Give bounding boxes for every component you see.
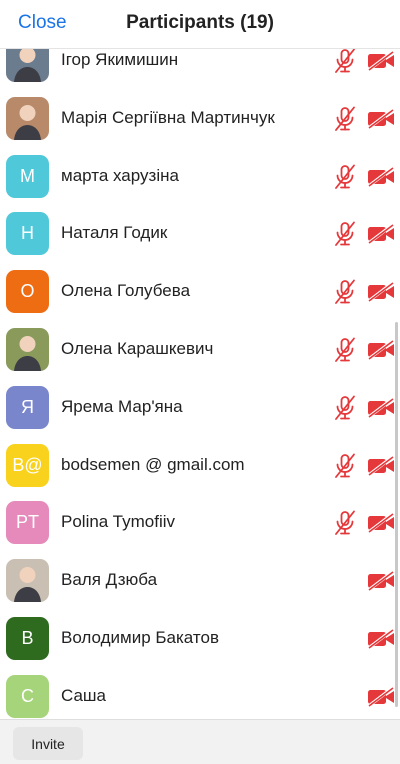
avatar: PT (6, 501, 49, 545)
mic-muted-icon[interactable] (333, 49, 357, 74)
header-bar: Close Participants (19) (0, 0, 400, 49)
video-off-icon[interactable] (367, 570, 395, 592)
participant-row[interactable]: Ігор Якимишин (0, 49, 400, 90)
participant-row[interactable]: Я Ярема Мар'яна (0, 379, 400, 437)
avatar-initials: О (20, 281, 35, 302)
participants-list-content: Ігор Якимишин Марія Сергіївна Мартинчук … (0, 49, 400, 719)
video-off-icon[interactable] (367, 454, 395, 477)
participant-row[interactable]: PT Polina Tymofiiv (0, 494, 400, 552)
scrollbar[interactable] (395, 322, 398, 707)
video-off-icon[interactable] (367, 397, 395, 419)
mic-muted-icon[interactable] (333, 337, 357, 363)
participant-row[interactable]: Н Наталя Годик (0, 205, 400, 263)
mic-muted-icon[interactable] (333, 395, 357, 421)
participant-name: bodsemen @ gmail.com (61, 454, 245, 474)
avatar: В (6, 616, 49, 660)
avatar: Н (6, 212, 49, 256)
video-off-icon[interactable] (367, 50, 395, 72)
avatar-initials: Н (21, 223, 34, 244)
participant-row[interactable]: B@ bodsemen @ gmail.com (0, 437, 400, 495)
participant-row[interactable]: Марія Сергіївна Мартинчук (0, 90, 400, 148)
avatar (6, 559, 49, 603)
mic-muted-icon[interactable] (333, 279, 357, 305)
video-off-icon[interactable] (367, 108, 395, 130)
participant-name: Валя Дзюба (61, 570, 158, 590)
avatar: Я (6, 385, 49, 429)
participant-row[interactable]: О Олена Голубева (0, 263, 400, 321)
participant-name: Олена Карашкевич (61, 338, 214, 358)
video-off-icon[interactable] (367, 339, 395, 361)
mic-muted-icon[interactable] (333, 164, 357, 190)
mic-muted-icon[interactable] (333, 510, 357, 536)
participant-name: Олена Голубева (61, 281, 191, 301)
participant-name: Ярема Мар'яна (61, 396, 183, 416)
participant-row[interactable]: Валя Дзюба (0, 552, 400, 610)
avatar-initials: М (20, 165, 35, 186)
participant-row[interactable]: С Саша (0, 668, 400, 719)
mic-muted-icon[interactable] (333, 221, 357, 247)
avatar-initials: Я (21, 396, 34, 417)
mic-muted-icon[interactable] (333, 106, 357, 132)
participant-row[interactable]: Ммарта харузіна (0, 148, 400, 206)
video-off-icon[interactable] (367, 165, 395, 188)
avatar (6, 327, 49, 371)
invite-button[interactable]: Invite (13, 727, 83, 760)
footer-bar: Invite (0, 719, 400, 764)
video-off-icon[interactable] (367, 512, 395, 535)
video-off-icon[interactable] (367, 281, 395, 303)
video-off-icon[interactable] (367, 685, 395, 708)
avatar-initials: B@ (12, 454, 43, 475)
mic-muted-icon[interactable] (333, 453, 357, 479)
video-off-icon[interactable] (367, 223, 395, 246)
participant-row[interactable]: В Володимир Бакатов (0, 610, 400, 668)
avatar (6, 49, 49, 82)
participant-name: Polina Tymofiiv (61, 512, 176, 532)
avatar: B@ (6, 443, 49, 487)
avatar-initials: В (21, 627, 34, 648)
participant-name: Марія Сергіївна Мартинчук (61, 107, 275, 127)
page-title: Participants (19) (126, 12, 274, 33)
participants-list[interactable]: Ігор Якимишин Марія Сергіївна Мартинчук … (0, 49, 400, 719)
video-off-icon[interactable] (367, 628, 395, 650)
participant-name: Наталя Годик (61, 223, 168, 243)
avatar (6, 96, 49, 140)
avatar-initials: С (21, 685, 34, 706)
avatar-initials: PT (15, 512, 39, 533)
participant-name: Саша (61, 685, 107, 705)
participant-row[interactable]: Олена Карашкевич (0, 321, 400, 379)
participant-name: Володимир Бакатов (61, 627, 219, 647)
avatar: М (6, 154, 49, 198)
participant-name: марта харузіна (61, 165, 179, 185)
avatar: О (6, 270, 49, 314)
avatar: С (6, 674, 49, 718)
participant-name: Ігор Якимишин (61, 50, 179, 69)
